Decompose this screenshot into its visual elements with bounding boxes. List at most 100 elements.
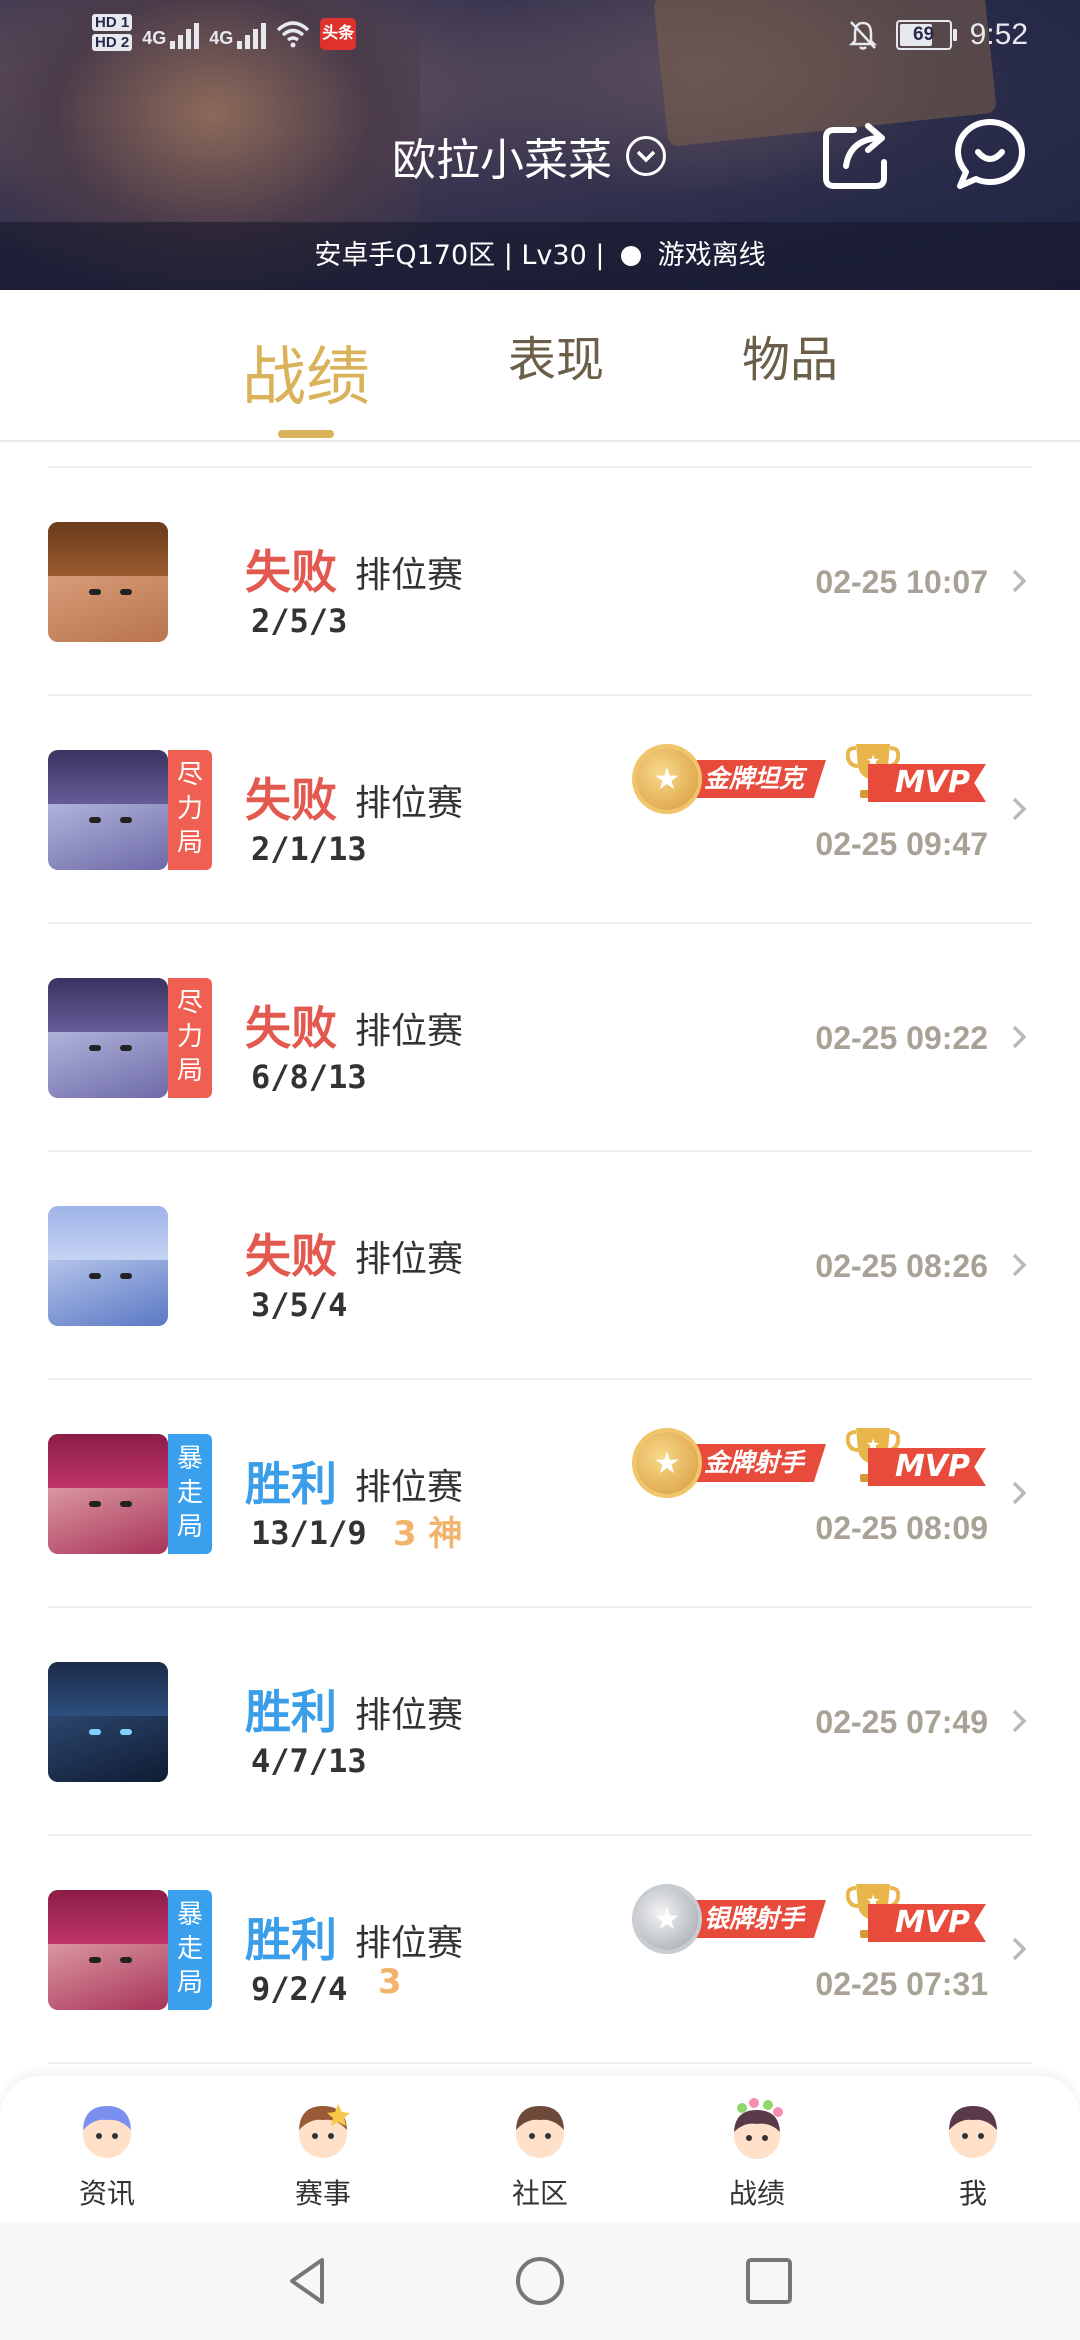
hero-avatar <box>48 522 168 642</box>
match-mode: 排位赛 <box>355 783 464 824</box>
match-mode: 排位赛 <box>355 1923 464 1964</box>
match-result: 胜利 <box>245 1457 337 1511</box>
mvp-badge: ★ MVP <box>838 740 988 812</box>
nav-community[interactable]: 社区 <box>485 2096 595 2212</box>
toutiao-app-icon: 头条 <box>320 18 357 50</box>
match-tag: 尽力局 <box>168 978 212 1098</box>
match-list[interactable]: 失败 排位赛 2/5/3 02-25 10:07 尽力局 失败 排位赛 2/1/… <box>0 442 1080 2082</box>
match-time: 02-25 09:47 <box>815 826 988 862</box>
match-mode: 排位赛 <box>355 1239 464 1280</box>
match-time: 02-25 09:22 <box>815 1020 988 1056</box>
events-avatar-icon <box>299 2104 350 2158</box>
match-row[interactable]: 胜利 排位赛 4/7/13 02-25 07:49 <box>48 1608 1032 1836</box>
match-result: 失败 <box>245 773 337 827</box>
nav-me[interactable]: 我 <box>918 2096 1028 2212</box>
player-subinfo: 安卓手Q170区 | Lv30 | 游戏离线 <box>0 222 1080 290</box>
match-kda: 4/7/13 <box>251 1742 367 1780</box>
nav-record[interactable]: 战绩 <box>702 2096 812 2212</box>
chevron-right-icon <box>1012 797 1027 821</box>
username: 欧拉小菜菜 <box>392 135 612 186</box>
account-switcher[interactable]: 欧拉小菜菜 <box>392 124 666 188</box>
match-time: 02-25 08:26 <box>815 1248 988 1284</box>
hero-avatar <box>48 750 168 870</box>
chevron-right-icon <box>1012 569 1027 593</box>
chevron-right-icon <box>1012 1253 1027 1277</box>
hero-avatar <box>48 1662 168 1782</box>
honor-badge: ★ 金牌射手 <box>636 1430 827 1496</box>
me-avatar-icon <box>949 2106 997 2158</box>
match-kda: 2/1/13 <box>251 830 367 868</box>
tab-items[interactable]: 物品 <box>742 320 838 390</box>
nav-events[interactable]: 赛事 <box>268 2096 378 2212</box>
tab-record[interactable]: 战绩 <box>242 326 370 418</box>
match-result: 胜利 <box>245 1913 337 1967</box>
gold-medal-icon: ★ <box>636 1432 698 1494</box>
chat-icon[interactable] <box>952 116 1028 192</box>
wifi-icon <box>277 21 310 48</box>
status-bar: HD 1 HD 2 4G 4G 头条 69 9:52 <box>0 0 1080 80</box>
honor-badge: ★ 金牌坦克 <box>636 746 827 812</box>
signal-2-icon: 4G <box>209 19 267 49</box>
match-kda: 6/8/13 <box>251 1058 367 1096</box>
match-row[interactable]: 尽力局 失败 排位赛 2/1/13 ★ 金牌坦克 ★ MVP 02-25 09:… <box>48 696 1032 924</box>
hd-indicator: HD 1 HD 2 <box>92 14 133 54</box>
gold-medal-icon: ★ <box>636 748 698 810</box>
match-time: 02-25 07:49 <box>815 1704 988 1740</box>
match-row[interactable]: 失败 排位赛 2/5/3 02-25 10:07 <box>48 468 1032 696</box>
match-kda: 9/2/4 <box>251 1970 348 2008</box>
match-mode: 排位赛 <box>355 1467 464 1508</box>
bottom-nav: 资讯 赛事 社区 战绩 我 <box>0 2076 1080 2222</box>
match-kda: 13/1/9 <box>251 1514 367 1552</box>
home-circle-icon[interactable] <box>513 2254 567 2308</box>
chevron-right-icon <box>1012 1025 1027 1049</box>
hero-avatar <box>48 1890 168 2010</box>
match-kda: 2/5/3 <box>251 602 348 640</box>
match-time: 02-25 08:09 <box>815 1510 988 1546</box>
chevron-right-icon <box>1012 1937 1027 1961</box>
tab-bar: 战绩 表现 物品 <box>0 290 1080 442</box>
chevron-right-icon <box>1012 1709 1027 1733</box>
match-row[interactable]: 尽力局 失败 排位赛 6/8/13 02-25 09:22 <box>48 924 1032 1152</box>
match-result: 失败 <box>245 1001 337 1055</box>
battery-icon: 69 <box>895 20 957 50</box>
share-icon[interactable] <box>820 116 896 192</box>
nav-news[interactable]: 资讯 <box>52 2096 162 2212</box>
signal-1-icon: 4G <box>142 19 200 49</box>
match-result: 胜利 <box>245 1685 337 1739</box>
hero-avatar <box>48 1434 168 1554</box>
match-result: 失败 <box>245 1229 337 1283</box>
community-avatar-icon <box>516 2106 564 2158</box>
clock: 9:52 <box>969 18 1028 51</box>
match-tag: 暴走局 <box>168 1434 212 1554</box>
system-navigation-bar <box>0 2222 1080 2340</box>
match-time: 02-25 07:31 <box>815 1966 988 2002</box>
chevron-down-icon <box>626 136 666 176</box>
offline-status-dot <box>621 246 642 266</box>
match-row[interactable]: 暴走局 胜利 排位赛 9/2/4 3 ★ 银牌射手 ★ MVP 02-25 07… <box>48 1836 1032 2064</box>
match-mode: 排位赛 <box>355 1011 464 1052</box>
mvp-badge: ★ MVP <box>838 1880 988 1952</box>
match-time: 02-25 10:07 <box>815 564 988 600</box>
tab-performance[interactable]: 表现 <box>508 320 604 390</box>
back-triangle-icon[interactable] <box>282 2254 336 2308</box>
match-row[interactable]: 暴走局 胜利 排位赛 13/1/9 3 神 ★ 金牌射手 ★ MVP 02-25… <box>48 1380 1032 1608</box>
match-result: 失败 <box>245 545 337 599</box>
mvp-badge: ★ MVP <box>838 1424 988 1496</box>
profile-header: HD 1 HD 2 4G 4G 头条 69 9:52 欧拉小菜菜 安卓手Q170… <box>0 0 1080 290</box>
recents-square-icon[interactable] <box>742 2254 796 2308</box>
multikill-marker: 3 神 <box>393 1514 463 1554</box>
match-tag: 尽力局 <box>168 750 212 870</box>
match-mode: 排位赛 <box>355 555 464 596</box>
multikill-marker: 3 <box>378 1962 402 2002</box>
hero-avatar <box>48 978 168 1098</box>
chevron-right-icon <box>1012 1481 1027 1505</box>
match-mode: 排位赛 <box>355 1695 464 1736</box>
match-row[interactable]: 失败 排位赛 3/5/4 02-25 08:26 <box>48 1152 1032 1380</box>
record-avatar-icon <box>734 2098 783 2159</box>
silver-medal-icon: ★ <box>636 1888 698 1950</box>
hero-avatar <box>48 1206 168 1326</box>
match-kda: 3/5/4 <box>251 1286 348 1324</box>
match-tag: 暴走局 <box>168 1890 212 2010</box>
news-avatar-icon <box>83 2106 131 2158</box>
mute-bell-icon <box>848 21 877 50</box>
